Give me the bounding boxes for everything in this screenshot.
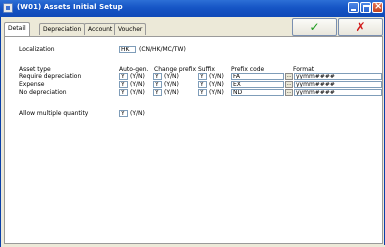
- yn-hint: (Y/N): [164, 89, 179, 96]
- localization-field[interactable]: HK: [119, 46, 136, 53]
- prefix-code-browse-button[interactable]: ...: [285, 89, 293, 96]
- change-prefix-field[interactable]: Y: [153, 81, 162, 88]
- localization-label: Localization: [19, 46, 55, 53]
- yn-hint: (Y/N): [164, 73, 179, 80]
- yn-hint: (Y/N): [209, 81, 224, 88]
- detail-panel: Localization HK (CN/HK/MC/TW) Asset type…: [4, 36, 383, 244]
- yn-hint: (Y/N): [130, 73, 145, 80]
- prefix-code-field[interactable]: ND: [231, 89, 284, 96]
- yn-hint: (Y/N): [130, 110, 145, 117]
- multiple-quantity-label: Allow multiple quantity: [19, 110, 89, 117]
- tab-depreciation[interactable]: Depreciation: [39, 23, 86, 35]
- prefix-code-field[interactable]: EX: [231, 81, 284, 88]
- prefix-code-browse-button[interactable]: ...: [285, 81, 293, 88]
- prefix-code-browse-button[interactable]: ...: [285, 73, 293, 80]
- format-field[interactable]: yymm####: [294, 81, 382, 88]
- format-header: Format: [293, 66, 315, 73]
- minimize-button[interactable]: [348, 2, 359, 13]
- change-prefix-field[interactable]: Y: [153, 73, 162, 80]
- row-label: Expense: [19, 81, 45, 88]
- asset-type-header: Asset type: [19, 66, 51, 73]
- format-field[interactable]: yymm####: [294, 73, 382, 80]
- format-field[interactable]: yymm####: [294, 89, 382, 96]
- yn-hint: (Y/N): [130, 89, 145, 96]
- localization-hint: (CN/HK/MC/TW): [139, 46, 186, 53]
- prefix-code-header: Prefix code: [231, 66, 265, 73]
- maximize-button[interactable]: [360, 2, 371, 13]
- title-bar: (W01) Assets Initial Setup: [0, 0, 385, 17]
- app-icon: [3, 3, 13, 13]
- change-prefix-field[interactable]: Y: [153, 89, 162, 96]
- prefix-code-field[interactable]: FA: [231, 73, 284, 80]
- tab-account[interactable]: Account: [84, 23, 117, 35]
- yn-hint: (Y/N): [209, 89, 224, 96]
- auto-gen-header: Auto-gen.: [119, 66, 149, 73]
- suffix-header: Suffix: [198, 66, 215, 73]
- close-button[interactable]: [372, 1, 383, 13]
- auto-gen-field[interactable]: Y: [119, 81, 128, 88]
- auto-gen-field[interactable]: Y: [119, 73, 128, 80]
- row-label: Require depreciation: [19, 73, 82, 80]
- change-prefix-header: Change prefix: [154, 66, 197, 73]
- yn-hint: (Y/N): [130, 81, 145, 88]
- suffix-field[interactable]: Y: [198, 73, 207, 80]
- auto-gen-field[interactable]: Y: [119, 89, 128, 96]
- suffix-field[interactable]: Y: [198, 81, 207, 88]
- yn-hint: (Y/N): [164, 81, 179, 88]
- row-label: No depreciation: [19, 89, 67, 96]
- multiple-quantity-field[interactable]: Y: [119, 110, 128, 117]
- cancel-button[interactable]: ✗: [338, 18, 383, 36]
- yn-hint: (Y/N): [209, 73, 224, 80]
- window-title: (W01) Assets Initial Setup: [17, 3, 123, 11]
- tab-voucher[interactable]: Voucher: [114, 23, 147, 35]
- window-body: Detail Depreciation Account Voucher ✓ ✗ …: [0, 17, 385, 247]
- tab-detail[interactable]: Detail: [4, 22, 30, 36]
- suffix-field[interactable]: Y: [198, 89, 207, 96]
- ok-button[interactable]: ✓: [292, 18, 337, 36]
